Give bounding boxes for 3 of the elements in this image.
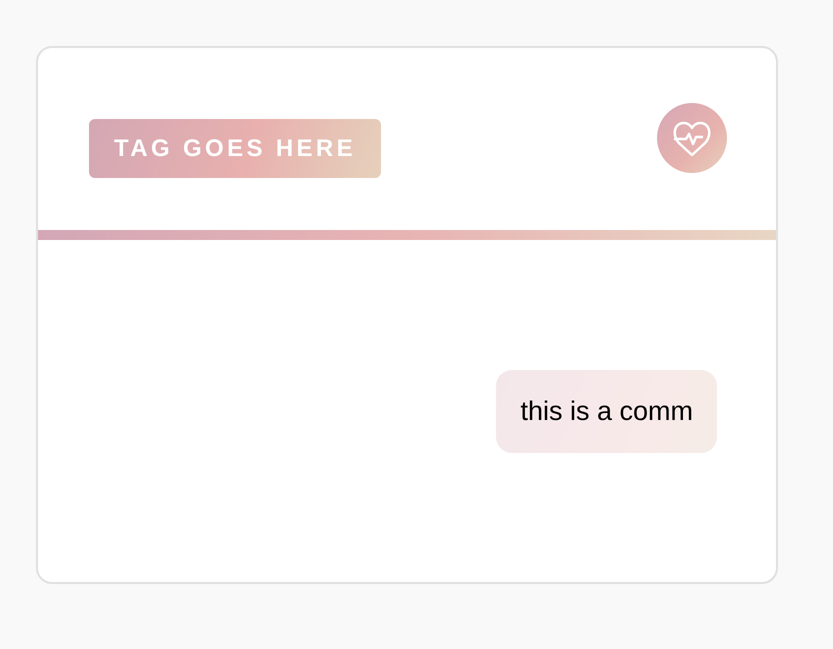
- heartbeat-icon: [657, 103, 727, 173]
- tag-label: TAG GOES HERE: [89, 119, 381, 178]
- comment-bubble: this is a comm: [496, 370, 717, 453]
